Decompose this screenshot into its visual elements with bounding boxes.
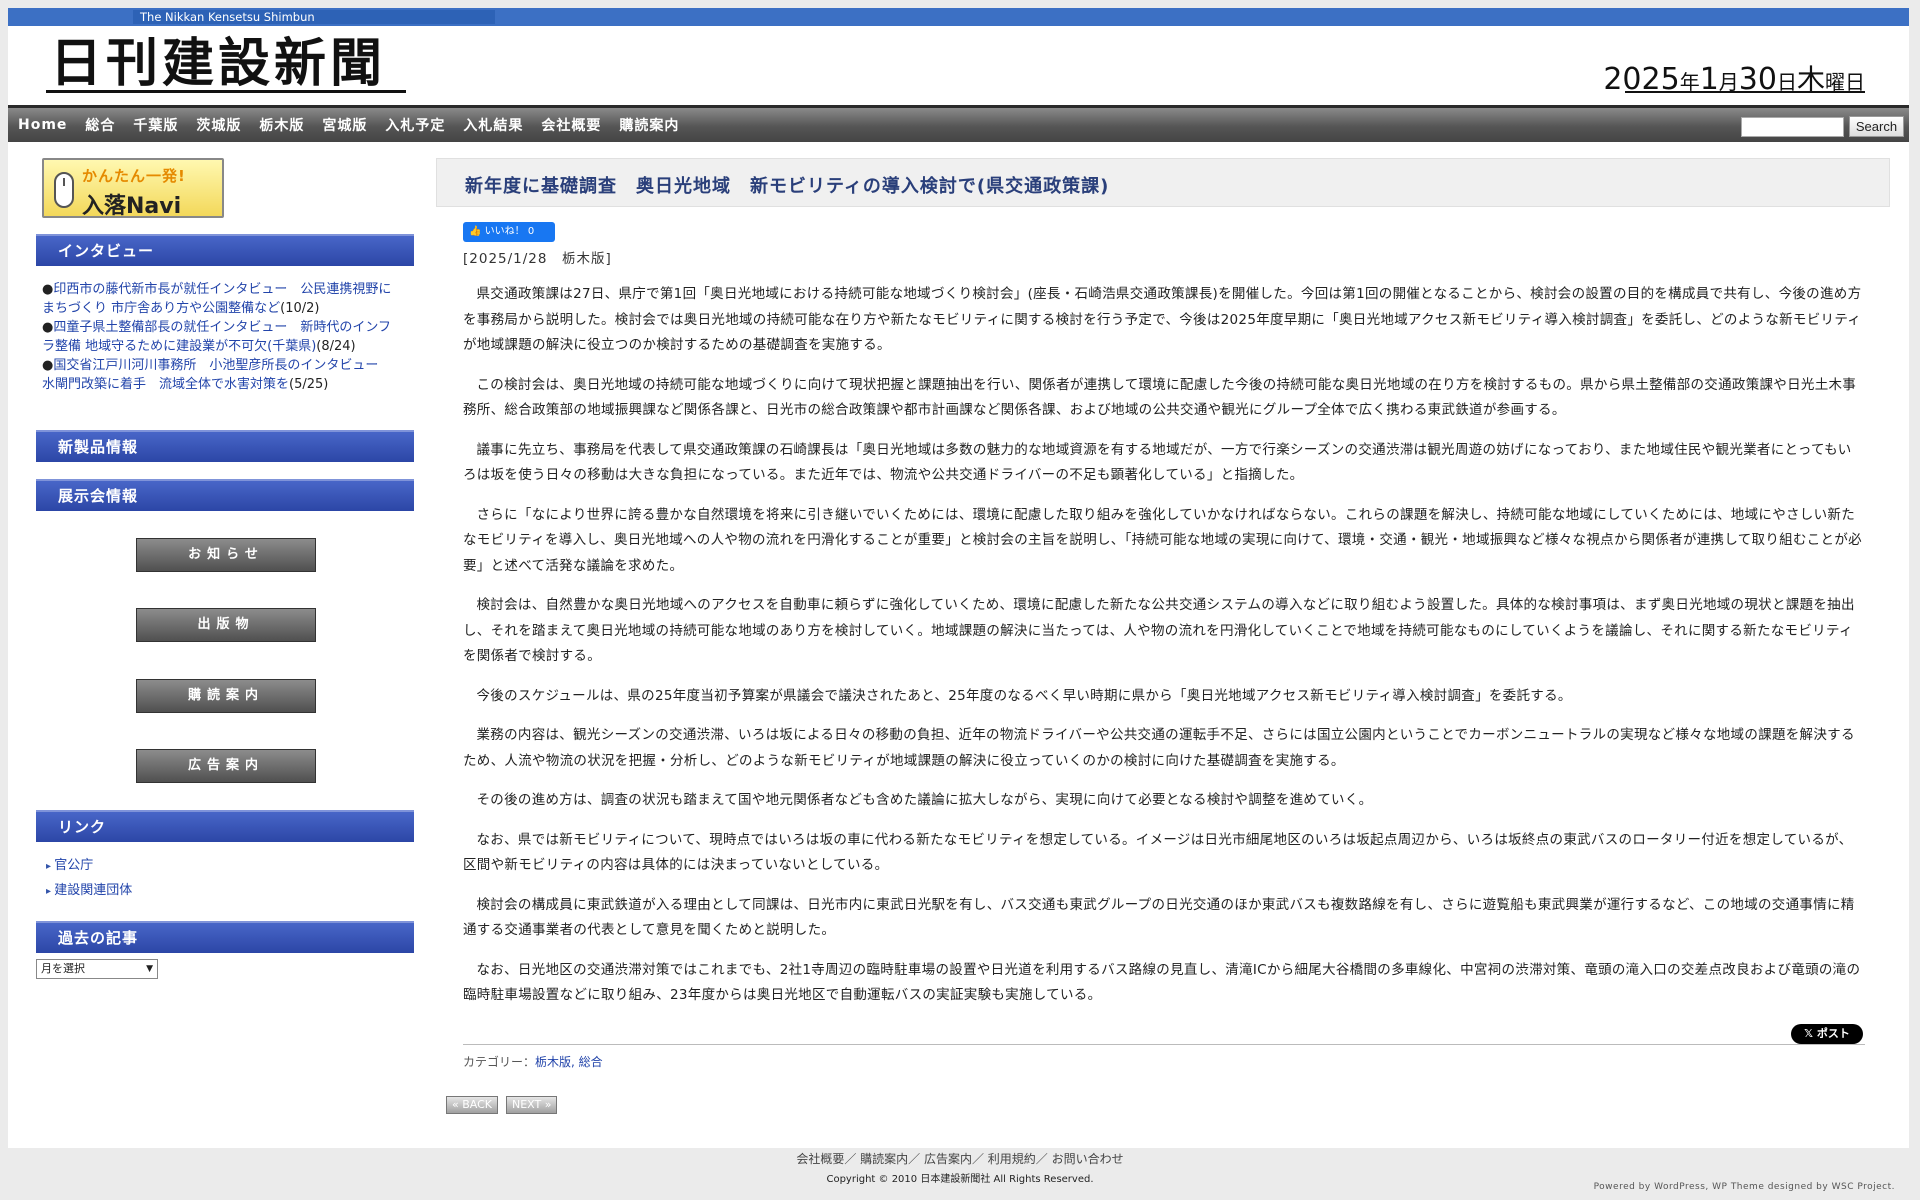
nav-ibaraki[interactable]: 茨城版 <box>196 115 241 135</box>
article-paragraph: 検討会は、自然豊かな奥日光地域へのアクセスを自動車に頼らずに強化していくため、環… <box>463 597 1855 664</box>
next-button[interactable]: NEXT » <box>506 1096 558 1114</box>
x-post-button[interactable]: 𝕏 ポスト <box>1791 1024 1863 1044</box>
category-label: カテゴリー： <box>463 1055 536 1069</box>
nav-bid-schedule[interactable]: 入札予定 <box>385 115 445 135</box>
interview-date: (8/24) <box>316 339 356 354</box>
article-paragraph: さらに「なにより世界に誇る豊かな自然環境を将来に引き継いでいくためには、環境に配… <box>463 506 1862 574</box>
logo-underline <box>46 90 406 93</box>
article-paragraph: 今後のスケジュールは、県の25年度当初予算案が県議会で議決されたあと、25年度の… <box>476 687 1572 704</box>
article-paragraph: なお、日光地区の交通渋滞対策ではこれまでも、2社1寺周辺の臨時駐車場の設置や日光… <box>463 961 1861 1004</box>
nav-company[interactable]: 会社概要 <box>541 115 601 135</box>
search-input[interactable] <box>1741 117 1844 137</box>
nav-subscription[interactable]: 購読案内 <box>619 115 679 135</box>
interview-item[interactable]: ●四童子県土整備部長の就任インタビュー 新時代のインフラ整備 地域守るために建設… <box>42 318 402 356</box>
nav-general[interactable]: 総合 <box>85 115 115 135</box>
article-title: 新年度に基礎調査 奥日光地域 新モビリティの導入検討で(県交通政策課) <box>465 176 1110 197</box>
links-heading: リンク <box>36 810 414 842</box>
banner-tagline: かんたん一発! <box>82 167 186 185</box>
link-government[interactable]: 官公庁 <box>46 854 132 879</box>
article-paragraph: 業務の内容は、観光シーズンの交通渋滞、いろは坂による日々の移動の負担、近年の物流… <box>463 727 1855 769</box>
nav-home[interactable]: Home <box>18 117 67 133</box>
interview-item[interactable]: ●国交省江戸川河川事務所 小池聖彦所長のインタビュー 水閘門改築に着手 流域全体… <box>42 356 402 394</box>
nav-miyagi[interactable]: 宮城版 <box>322 115 367 135</box>
article-paragraph: その後の進め方は、調査の状況も踏まえて国や地元関係者なども含めた議論に拡大しなが… <box>476 792 1373 808</box>
publications-button[interactable]: 出版物 <box>136 608 316 642</box>
english-title: The Nikkan Kensetsu Shimbun <box>133 10 495 24</box>
interview-link[interactable]: 印西市の藤代新市長が就任インタビュー 公民連携視野にまちづくり 市庁舎あり方や公… <box>42 282 391 316</box>
article-body: 県交通政策課は27日、県庁で第1回「奥日光地域における持続可能な地域づくり検討会… <box>463 282 1863 1023</box>
interview-item[interactable]: ●印西市の藤代新市長が就任インタビュー 公民連携視野にまちづくり 市庁舎あり方や… <box>42 280 402 318</box>
nav-chiba[interactable]: 千葉版 <box>133 115 178 135</box>
powered-by: Powered by WordPress, WP Theme designed … <box>1593 1182 1895 1192</box>
article-paragraph: この検討会は、奥日光地域の持続可能な地域づくりに向けて現状把握と課題抽出を行い、… <box>463 376 1857 419</box>
divider <box>463 1044 1865 1045</box>
date-underline <box>1625 91 1865 93</box>
subscription-button[interactable]: 購読案内 <box>136 679 316 713</box>
article-paragraph: 議事に先立ち、事務局を代表して県交通政策課の石崎課長は「奥日光地域は多数の魅力的… <box>463 441 1852 484</box>
new-products-heading[interactable]: 新製品情報 <box>36 430 414 462</box>
article-title-box: 新年度に基礎調査 奥日光地域 新モビリティの導入検討で(県交通政策課) <box>436 158 1890 207</box>
article-paragraph: 県交通政策課は27日、県庁で第1回「奥日光地域における持続可能な地域づくり検討会… <box>463 286 1862 353</box>
exhibition-heading[interactable]: 展示会情報 <box>36 479 414 511</box>
links-list: 官公庁 建設関連団体 <box>46 854 132 904</box>
main-nav: Home 総合 千葉版 茨城版 栃木版 宮城版 入札予定 入札結果 会社概要 購… <box>8 105 1909 142</box>
nyuraku-navi-banner[interactable]: かんたん一発! 入落Navi <box>42 158 224 219</box>
month-select-value: 月を選択 <box>41 962 85 975</box>
category-line: カテゴリー：栃木版, 総合 <box>463 1053 603 1070</box>
back-button[interactable]: « BACK <box>446 1096 498 1114</box>
nav-tochigi[interactable]: 栃木版 <box>259 115 304 135</box>
thumbs-up-icon: 👍 <box>469 226 482 237</box>
interview-heading: インタビュー <box>36 234 414 266</box>
interview-link[interactable]: 国交省江戸川河川事務所 小池聖彦所長のインタビュー 水閘門改築に着手 流域全体で… <box>42 358 391 392</box>
interview-date: (10/2) <box>280 301 320 316</box>
interview-list: ●印西市の藤代新市長が就任インタビュー 公民連携視野にまちづくり 市庁舎あり方や… <box>42 280 402 394</box>
article-meta: [2025/1/28 栃木版] <box>463 251 612 267</box>
like-label: いいね！ 0 <box>484 226 535 237</box>
archive-heading: 過去の記事 <box>36 921 414 953</box>
news-button[interactable]: お知らせ <box>136 538 316 572</box>
interview-date: (5/25) <box>289 377 329 392</box>
site-logo[interactable]: 日刊建設新聞 <box>50 34 386 94</box>
month-select[interactable]: 月を選択 ▼ <box>36 959 158 979</box>
link-construction-groups[interactable]: 建設関連団体 <box>46 879 132 904</box>
mouse-icon <box>54 172 74 208</box>
advertising-button[interactable]: 広告案内 <box>136 749 316 783</box>
footer-links[interactable]: 会社概要／ 購読案内／ 広告案内／ 利用規約／ お問い合わせ <box>0 1150 1920 1167</box>
page: The Nikkan Kensetsu Shimbun 日刊建設新聞 2025年… <box>8 8 1909 1148</box>
top-bar: The Nikkan Kensetsu Shimbun <box>8 8 1909 26</box>
category-links[interactable]: 栃木版, 総合 <box>535 1055 603 1069</box>
dropdown-arrow-icon: ▼ <box>146 964 153 974</box>
search-button[interactable]: Search <box>1849 116 1904 137</box>
banner-title: 入落Navi <box>82 194 182 219</box>
facebook-like-button[interactable]: 👍 いいね！ 0 <box>463 222 555 242</box>
article-paragraph: なお、県では新モビリティについて、現時点ではいろは坂の車に代わる新たなモビリティ… <box>463 831 1853 874</box>
nav-bid-results[interactable]: 入札結果 <box>463 115 523 135</box>
article-paragraph: 検討会の構成員に東武鉄道が入る理由として同課は、日光市内に東武日光駅を有し、バス… <box>463 896 1855 939</box>
